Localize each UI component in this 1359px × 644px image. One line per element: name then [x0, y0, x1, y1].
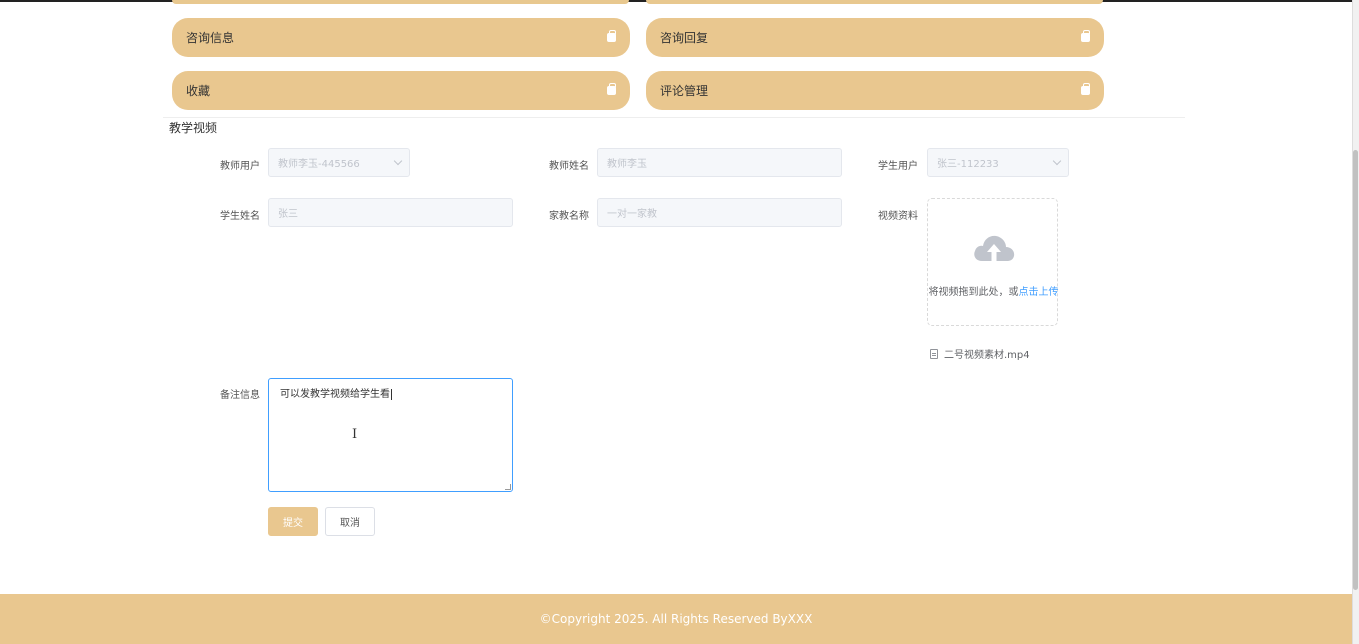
uploaded-file-item[interactable]: 二号视频素材.mp4 [930, 346, 1030, 361]
remark-value: 可以发教学视频给学生看 [280, 389, 390, 400]
menu-card-label: 评论管理 [660, 84, 709, 98]
scrollbar-thumb[interactable] [1353, 150, 1358, 590]
teacher-user-value: 教师李玉-445566 [278, 159, 360, 170]
remark-textarea[interactable]: 可以发教学视频给学生看 [268, 378, 513, 492]
bag-icon [607, 30, 616, 42]
tutor-name-label: 家教名称 [549, 211, 589, 222]
section-title: 教学视频 [169, 121, 218, 135]
video-upload-dropzone[interactable]: 将视频拖到此处，或点击上传 [927, 198, 1059, 326]
teacher-user-label: 教师用户 [220, 161, 260, 172]
vertical-scrollbar[interactable] [1352, 0, 1359, 644]
chevron-down-icon [393, 156, 403, 166]
submit-button[interactable]: 提交 [268, 507, 318, 536]
upload-hint-text: 将视频拖到此处，或 [928, 287, 1019, 298]
menu-card-peek-right [646, 0, 1103, 4]
student-name-label: 学生姓名 [220, 211, 260, 222]
menu-card-label: 咨询信息 [186, 31, 235, 45]
copyright-text: ©Copyright 2025. All Rights Reserved ByX… [539, 612, 813, 626]
cloud-upload-icon [974, 235, 1015, 261]
section-divider [163, 117, 1185, 118]
resize-handle[interactable] [505, 484, 511, 490]
teacher-name-label: 教师姓名 [549, 161, 589, 172]
menu-card-label: 咨询回复 [660, 31, 709, 45]
bag-icon [1081, 83, 1090, 95]
upload-hint: 将视频拖到此处，或点击上传 [928, 283, 1059, 298]
menu-card-comments[interactable]: 评论管理 [646, 71, 1104, 110]
remark-label: 备注信息 [220, 390, 260, 401]
document-icon [930, 348, 938, 359]
menu-card-consult-reply[interactable]: 咨询回复 [646, 18, 1104, 57]
ibeam-cursor-icon: I [352, 427, 358, 442]
text-caret [391, 388, 392, 400]
video-label: 视频资料 [878, 211, 918, 222]
uploaded-file-name: 二号视频素材.mp4 [944, 350, 1030, 361]
menu-card-peek-left [172, 0, 629, 4]
menu-card-label: 收藏 [186, 84, 211, 98]
menu-card-favorites[interactable]: 收藏 [172, 71, 630, 110]
teacher-user-select[interactable]: 教师李玉-445566 [268, 148, 410, 177]
menu-card-consult-info[interactable]: 咨询信息 [172, 18, 630, 57]
tutor-name-value: 一对一家教 [607, 209, 657, 220]
page: 咨询信息 咨询回复 收藏 评论管理 教学视频 教师用户 教师李玉-445566 … [0, 0, 1359, 644]
tutor-name-input[interactable]: 一对一家教 [597, 198, 842, 227]
student-user-label: 学生用户 [878, 161, 918, 172]
footer: ©Copyright 2025. All Rights Reserved ByX… [0, 594, 1352, 644]
chevron-down-icon [1052, 156, 1062, 166]
teacher-name-value: 教师李玉 [607, 159, 647, 170]
student-name-value: 张三 [278, 209, 298, 220]
cancel-button[interactable]: 取消 [325, 507, 375, 536]
upload-link[interactable]: 点击上传 [1019, 287, 1059, 298]
teacher-name-input[interactable]: 教师李玉 [597, 148, 842, 177]
student-name-input[interactable]: 张三 [268, 198, 513, 227]
bag-icon [1081, 30, 1090, 42]
bag-icon [607, 83, 616, 95]
student-user-select[interactable]: 张三-112233 [927, 148, 1069, 177]
student-user-value: 张三-112233 [937, 159, 999, 170]
